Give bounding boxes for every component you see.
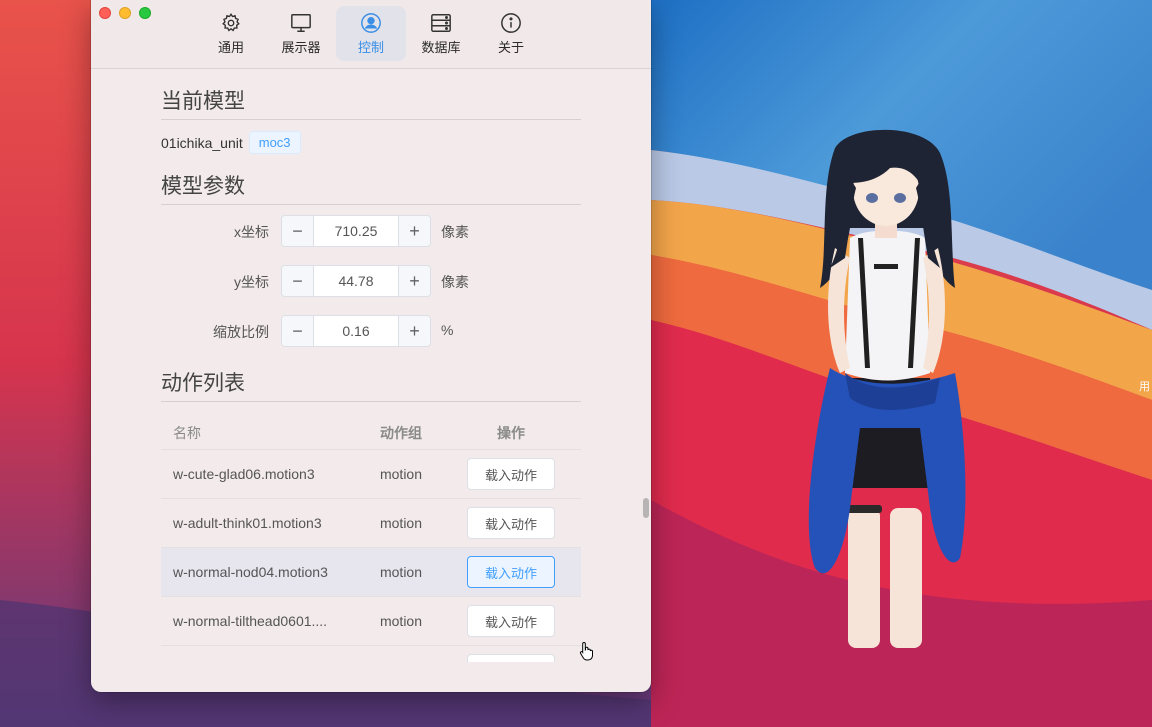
param-unit: 像素 <box>441 224 469 240</box>
tab-label: 控制 <box>357 40 384 55</box>
current-model-title: 当前模型 <box>161 85 581 120</box>
table-header: 名称 动作组 操作 <box>161 417 581 450</box>
param-label: y坐标 <box>234 274 269 290</box>
motion-group: motion <box>379 564 423 580</box>
table-row: w-cute-glad06.motion3 motion 载入动作 <box>161 450 581 499</box>
tab-general[interactable]: 通用 <box>196 6 266 61</box>
tab-database[interactable]: 数据库 <box>406 6 476 61</box>
settings-window: 通用 展示器 控制 数据库 关于 当前模型 01ichika_unit moc3… <box>91 0 651 692</box>
motion-group: motion <box>379 466 423 482</box>
param-label: 缩放比例 <box>213 324 269 340</box>
y-coordinate-input[interactable]: 44.78 <box>314 266 398 296</box>
increment-button[interactable]: + <box>398 316 430 346</box>
load-motion-button[interactable]: 载入动作 <box>467 458 555 490</box>
live2d-character[interactable] <box>790 128 980 650</box>
decrement-button[interactable]: − <box>282 216 314 246</box>
toolbar: 通用 展示器 控制 数据库 关于 <box>91 0 651 69</box>
maximize-window-button[interactable] <box>139 7 151 19</box>
info-icon <box>501 13 521 33</box>
tab-label: 通用 <box>217 40 244 55</box>
scale-input[interactable]: 0.16 <box>314 316 398 346</box>
model-type-tag: moc3 <box>248 131 301 154</box>
header-group: 动作组 <box>380 425 422 441</box>
param-unit: % <box>441 322 454 338</box>
table-row: w-adult-think01.motion3 motion 载入动作 <box>161 499 581 548</box>
motion-list-title: 动作列表 <box>161 367 581 402</box>
param-unit: 像素 <box>441 274 469 290</box>
decrement-button[interactable]: − <box>282 316 314 346</box>
minimize-window-button[interactable] <box>119 7 131 19</box>
close-window-button[interactable] <box>99 7 111 19</box>
increment-button[interactable]: + <box>398 266 430 296</box>
user-circle-icon <box>361 13 381 33</box>
control-panel: 当前模型 01ichika_unit moc3 模型参数 x坐标 − 710.2… <box>161 69 649 692</box>
header-name: 名称 <box>173 425 201 441</box>
load-motion-button[interactable]: 载入动作 <box>467 605 555 637</box>
hand-cursor-icon <box>579 641 593 661</box>
motion-name: w-adult-think01.motion3 <box>173 515 322 531</box>
database-icon <box>431 14 451 32</box>
y-coordinate-stepper: − 44.78 + <box>281 265 431 297</box>
param-label: x坐标 <box>234 224 269 240</box>
tab-control[interactable]: 控制 <box>336 6 406 61</box>
motion-group: motion <box>379 515 423 531</box>
table-row: w-normal-nod04.motion3 motion 载入动作 <box>161 548 581 597</box>
tab-label: 关于 <box>497 40 524 55</box>
increment-button[interactable]: + <box>398 216 430 246</box>
tab-display[interactable]: 展示器 <box>266 6 336 61</box>
tab-label: 数据库 <box>421 40 461 55</box>
model-params-title: 模型参数 <box>161 170 581 205</box>
load-motion-button[interactable]: 载入动作 <box>467 507 555 539</box>
param-row-x: x坐标 − 710.25 + 像素 <box>161 215 581 247</box>
motion-name: w-normal-tilthead0601.... <box>173 613 328 629</box>
motion-table: 名称 动作组 操作 w-cute-glad06.motion3 motion 载… <box>161 417 581 662</box>
header-op: 操作 <box>497 425 525 441</box>
x-coordinate-input[interactable]: 710.25 <box>314 216 398 246</box>
desktop-side-text: 用 <box>1139 381 1150 393</box>
load-motion-button[interactable]: 载入动作 <box>467 556 555 588</box>
current-model-info: 01ichika_unit moc3 <box>161 131 301 154</box>
x-coordinate-stepper: − 710.25 + <box>281 215 431 247</box>
monitor-icon <box>291 14 311 32</box>
param-row-scale: 缩放比例 − 0.16 + % <box>161 315 581 347</box>
table-scrollbar[interactable] <box>643 498 649 518</box>
motion-group: motion <box>379 613 423 629</box>
motion-name: w-cute-glad06.motion3 <box>173 466 315 482</box>
tab-label: 展示器 <box>281 40 321 55</box>
tab-bar: 通用 展示器 控制 数据库 关于 <box>196 6 546 61</box>
motion-name: w-normal-nod04.motion3 <box>173 564 328 580</box>
tab-about[interactable]: 关于 <box>476 6 546 61</box>
table-row: w-normal-tilthead0601.... motion 载入动作 <box>161 597 581 646</box>
load-motion-button-partial[interactable] <box>467 654 555 662</box>
param-row-y: y坐标 − 44.78 + 像素 <box>161 265 581 297</box>
decrement-button[interactable]: − <box>282 266 314 296</box>
gear-icon <box>222 13 240 32</box>
model-name: 01ichika_unit <box>161 134 243 151</box>
table-row <box>161 646 581 662</box>
scale-stepper: − 0.16 + <box>281 315 431 347</box>
